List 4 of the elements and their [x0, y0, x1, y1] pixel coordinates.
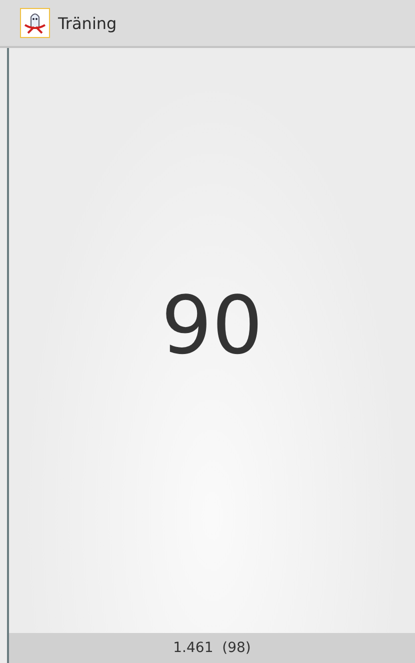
app-title: Träning [58, 14, 117, 32]
status-text: 1.461 (98) [173, 640, 251, 656]
counter-value: 90 [161, 279, 263, 374]
app-icon [20, 8, 50, 38]
